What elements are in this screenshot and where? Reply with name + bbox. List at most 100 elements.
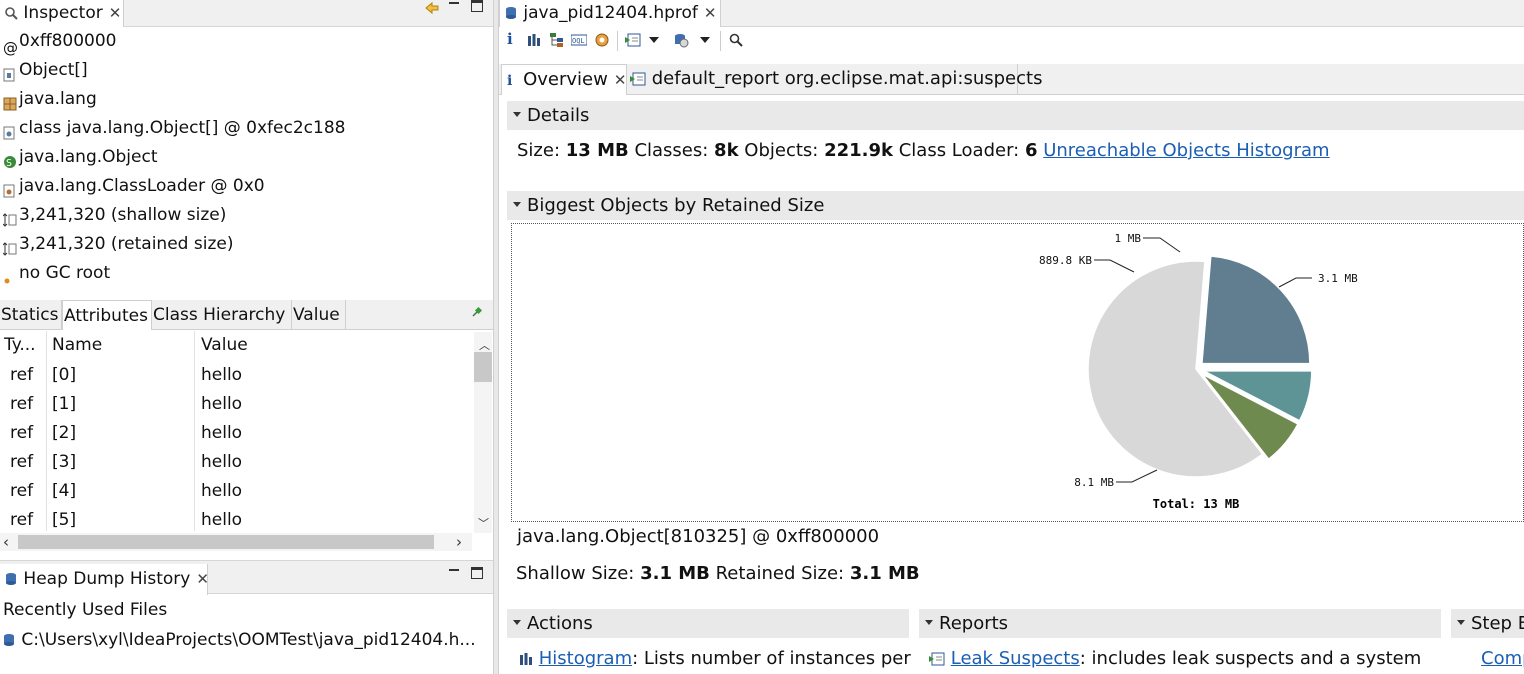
close-icon[interactable]: ✕ <box>614 71 627 89</box>
pie-chart-panel[interactable]: 3.1 MB 8.1 MB 889.8 KB 1 MB Total: 13 MB <box>511 223 1524 522</box>
step-section-header[interactable]: Step B <box>1451 609 1524 638</box>
actions-item-histogram: Histogram: Lists number of instances per <box>519 647 911 671</box>
scrollbar-thumb[interactable] <box>474 352 492 382</box>
inspector-row[interactable]: java.lang.ClassLoader @ 0x0 <box>0 172 265 201</box>
scroll-left-icon[interactable]: ‹ <box>3 533 9 551</box>
oql-icon[interactable]: OQL <box>571 33 587 47</box>
recent-file-path: C:\Users\xyl\IdeaProjects\OOMTest\java_p… <box>21 630 476 650</box>
pie-chart[interactable]: 3.1 MB 8.1 MB 889.8 KB 1 MB Total: 13 MB <box>512 224 1523 521</box>
section-title: Biggest Objects by Retained Size <box>527 195 825 216</box>
thread-overview-icon[interactable] <box>594 32 610 48</box>
pie-leader-line <box>1278 277 1312 288</box>
query-browser-icon[interactable] <box>673 32 689 48</box>
unreachable-histogram-link[interactable]: Unreachable Objects Histogram <box>1043 140 1329 161</box>
pin-icon[interactable] <box>471 306 483 318</box>
inspector-row[interactable]: Object[] <box>0 56 88 85</box>
reports-section-header[interactable]: Reports <box>919 609 1441 638</box>
toolbar-separator <box>617 31 618 51</box>
recent-file-item[interactable]: C:\Users\xyl\IdeaProjects\OOMTest\java_p… <box>2 627 476 653</box>
tab-value[interactable]: Value <box>292 300 346 330</box>
table-row[interactable]: ref [1] hello <box>0 390 472 419</box>
link-icon[interactable] <box>424 1 440 15</box>
actions-section-header[interactable]: Actions <box>507 609 909 638</box>
info-icon[interactable]: i <box>507 30 513 48</box>
scroll-down-icon[interactable]: ﹀ <box>478 515 489 531</box>
table-row[interactable]: ref [2] hello <box>0 419 472 448</box>
pie-total-label: Total: 13 MB <box>1153 497 1240 511</box>
minimize-icon[interactable] <box>449 2 459 4</box>
maximize-icon[interactable] <box>471 0 483 12</box>
collapse-icon <box>513 620 521 625</box>
tab-label: Inspector <box>23 3 103 23</box>
array-icon <box>3 63 17 82</box>
histogram-link[interactable]: Histogram <box>539 648 632 669</box>
run-report-icon[interactable] <box>625 33 641 47</box>
tab-overview[interactable]: i Overview ✕ <box>501 64 627 95</box>
leak-suspects-link[interactable]: Leak Suspects <box>951 648 1080 669</box>
minimize-icon[interactable] <box>449 569 459 571</box>
chevron-down-icon[interactable] <box>649 37 659 43</box>
scrollbar-thumb[interactable] <box>18 535 434 549</box>
cell-value: hello <box>201 452 243 472</box>
left-panel: Inspector ✕ @0xff800000 Object[] java.lang c… <box>0 0 493 674</box>
table-row[interactable]: ref [4] hello <box>0 477 472 506</box>
inspector-row[interactable]: java.lang <box>0 85 97 114</box>
retained-size-label: Retained Size: <box>715 563 845 584</box>
cell-type: ref <box>10 423 34 443</box>
inspector-row[interactable]: no GC root <box>0 259 110 288</box>
inspector-row-text: class java.lang.Object[] @ 0xfec2c188 <box>19 118 346 138</box>
close-icon[interactable]: ✕ <box>109 4 122 22</box>
section-title: Reports <box>939 613 1009 634</box>
inspector-row[interactable]: Sjava.lang.Object <box>0 143 158 172</box>
close-icon[interactable]: ✕ <box>704 4 717 22</box>
compare-link[interactable]: Comp <box>1481 648 1524 669</box>
inspector-row[interactable]: @0xff800000 <box>0 27 117 57</box>
retained-size-value: 3.1 MB <box>849 563 920 584</box>
inspector-row-text: 3,241,320 (retained size) <box>19 234 234 254</box>
scroll-up-icon[interactable]: ︿ <box>479 337 490 353</box>
chevron-down-icon[interactable] <box>700 37 710 43</box>
inspector-row[interactable]: 3,241,320 (retained size) <box>0 230 233 259</box>
toolbar-separator <box>720 31 721 51</box>
tab-class-hierarchy[interactable]: Class Hierarchy <box>152 300 292 330</box>
tab-inspector[interactable]: Inspector ✕ <box>0 0 124 27</box>
inspector-row-text: 0xff800000 <box>19 31 117 51</box>
col-header-type[interactable]: Ty... <box>4 331 36 360</box>
tab-default-report[interactable]: default_report org.eclipse.mat.api:suspe… <box>627 64 1042 95</box>
inspector-row[interactable]: class java.lang.Object[] @ 0xfec2c188 <box>0 114 345 143</box>
collapse-icon <box>513 202 521 207</box>
details-section-header[interactable]: Details <box>507 101 1524 130</box>
scroll-right-icon[interactable]: › <box>456 533 462 551</box>
table-row[interactable]: ref [3] hello <box>0 448 472 477</box>
col-header-value[interactable]: Value <box>201 331 248 360</box>
histogram-description: : Lists number of instances per <box>632 648 911 669</box>
table-row[interactable]: ref [0] hello <box>0 361 472 390</box>
pie-slice[interactable] <box>1201 255 1311 365</box>
cell-name: [4] <box>52 481 77 501</box>
tab-hprof-file[interactable]: java_pid12404.hprof ✕ <box>499 0 721 27</box>
dominator-tree-icon[interactable] <box>549 32 565 48</box>
tab-label: Heap Dump History <box>23 569 191 589</box>
pie-leader-line <box>1094 259 1135 273</box>
horizontal-scrollbar[interactable]: ‹ › <box>0 533 472 551</box>
tab-attributes[interactable]: Attributes <box>62 300 152 330</box>
vertical-scrollbar[interactable]: ︿ ﹀ <box>474 332 492 533</box>
search-icon[interactable] <box>729 33 743 47</box>
table-row[interactable]: ref [5] hello <box>0 506 472 535</box>
biggest-objects-section-header[interactable]: Biggest Objects by Retained Size <box>507 191 1524 220</box>
tab-heap-dump-history[interactable]: Heap Dump History ✕ <box>0 564 209 595</box>
inspector-row[interactable]: 3,241,320 (shallow size) <box>0 201 226 230</box>
inspector-row-text: java.lang.Object <box>19 147 158 167</box>
shallow-size-value: 3.1 MB <box>640 563 710 584</box>
maximize-icon[interactable] <box>471 567 483 579</box>
selected-object-sizes: Shallow Size: 3.1 MB Retained Size: 3.1 … <box>516 562 920 586</box>
cell-name: [3] <box>52 452 77 472</box>
close-icon[interactable]: ✕ <box>196 570 209 588</box>
inspector-tabbar: Inspector ✕ <box>0 0 493 27</box>
col-header-name[interactable]: Name <box>52 331 102 360</box>
tab-statics[interactable]: Statics <box>0 300 62 330</box>
step-item: Comp <box>1481 647 1524 671</box>
objects-label: Objects: <box>744 140 819 161</box>
histogram-icon[interactable] <box>527 33 541 47</box>
cell-type: ref <box>10 510 34 530</box>
